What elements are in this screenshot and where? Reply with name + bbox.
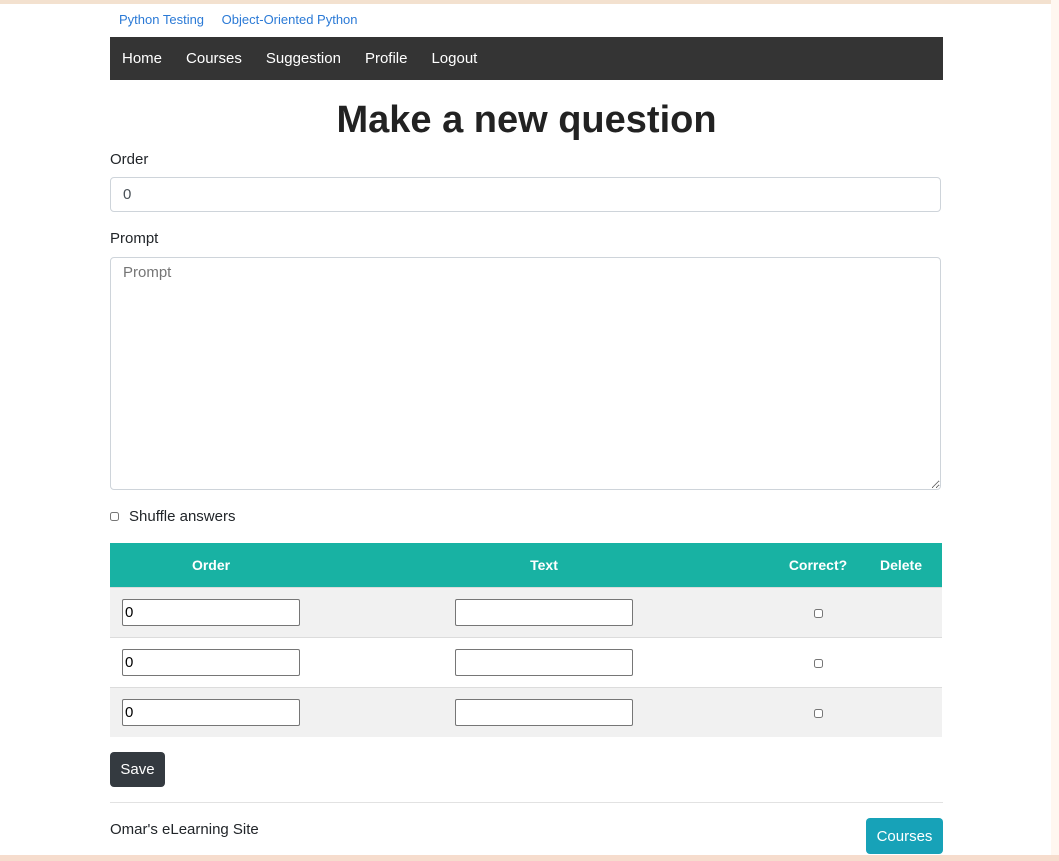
answer-row (110, 637, 942, 688)
header-correct: Correct? (776, 543, 860, 588)
answer-order-input[interactable] (122, 649, 300, 676)
prompt-label: Prompt (110, 230, 159, 247)
nav-courses[interactable]: Courses (186, 50, 242, 67)
right-page-edge (1051, 0, 1059, 861)
answer-order-input[interactable] (122, 599, 300, 626)
shuffle-answers-field: Shuffle answers (110, 508, 235, 525)
answer-text-input[interactable] (455, 649, 633, 676)
breadcrumb-object-oriented-python[interactable]: Object-Oriented Python (222, 12, 358, 27)
page-title: Make a new question (336, 99, 717, 141)
header-delete: Delete (860, 543, 942, 588)
header-order: Order (110, 543, 312, 588)
footer-courses-button[interactable]: Courses (866, 818, 943, 854)
answer-delete-cell (860, 637, 942, 688)
answer-delete-cell (860, 687, 942, 737)
answer-text-input[interactable] (455, 699, 633, 726)
save-button[interactable]: Save (110, 752, 165, 787)
bottom-accent-strip (0, 855, 1059, 861)
answer-correct-checkbox[interactable] (813, 608, 823, 618)
answer-row (110, 587, 942, 638)
footer-site-name: Omar's eLearning Site (110, 821, 259, 838)
answer-correct-checkbox[interactable] (813, 708, 823, 718)
header-text: Text (312, 543, 776, 588)
answer-delete-cell (860, 587, 942, 638)
main-navbar: Home Courses Suggestion Profile Logout (110, 37, 943, 80)
shuffle-answers-label: Shuffle answers (129, 508, 236, 525)
shuffle-answers-checkbox[interactable] (110, 512, 119, 521)
answer-text-input[interactable] (455, 599, 633, 626)
order-label: Order (110, 151, 149, 168)
answer-row (110, 687, 942, 737)
nav-suggestion[interactable]: Suggestion (266, 50, 341, 67)
footer-divider (110, 802, 943, 803)
nav-logout[interactable]: Logout (431, 50, 477, 67)
order-input[interactable] (110, 177, 941, 212)
answers-table: Order Text Correct? Delete (110, 543, 942, 737)
answers-header-row: Order Text Correct? Delete (110, 543, 942, 588)
top-accent-strip (0, 0, 1059, 4)
answer-order-input[interactable] (122, 699, 300, 726)
prompt-textarea[interactable] (110, 257, 941, 490)
breadcrumb-python-testing[interactable]: Python Testing (119, 12, 204, 27)
breadcrumb: Python Testing Object-Oriented Python (119, 12, 372, 27)
nav-profile[interactable]: Profile (365, 50, 408, 67)
nav-home[interactable]: Home (122, 50, 162, 67)
answer-correct-checkbox[interactable] (813, 658, 823, 668)
